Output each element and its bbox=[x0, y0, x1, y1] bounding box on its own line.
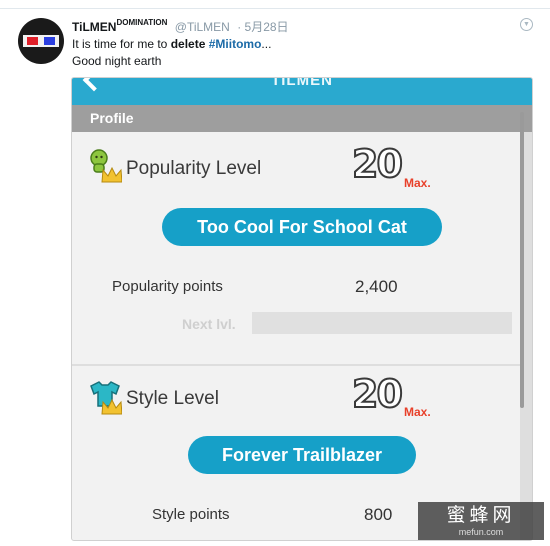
watermark: 蜜蜂网 mefun.com bbox=[418, 502, 544, 540]
watermark-site: mefun.com bbox=[458, 527, 504, 537]
avatar-blue-block bbox=[44, 37, 55, 45]
style-level-label: Style Level bbox=[126, 388, 219, 409]
tweet-text-bold: delete bbox=[170, 37, 206, 51]
style-icon bbox=[90, 381, 122, 415]
avatar-band bbox=[23, 35, 59, 47]
profile-section-bar: Profile bbox=[72, 105, 532, 132]
display-name[interactable]: TiLMEN bbox=[72, 20, 116, 34]
tweet-line-2: Good night earth bbox=[72, 54, 162, 68]
style-level-value: 20 bbox=[351, 371, 404, 417]
tweet-date[interactable]: · 5月28日 bbox=[237, 20, 288, 34]
tweet-header: TiLMENDOMINATION @TiLMEN · 5月28日 bbox=[72, 18, 289, 35]
popularity-card: Popularity Level 20 Max. Too Cool For Sc… bbox=[72, 132, 520, 364]
popularity-title-button[interactable]: Too Cool For School Cat bbox=[162, 208, 442, 246]
popularity-points-value: 2,400 bbox=[355, 277, 398, 296]
style-title-button[interactable]: Forever Trailblazer bbox=[188, 436, 416, 474]
popularity-level-value: 20 bbox=[351, 141, 404, 187]
top-divider bbox=[0, 8, 550, 9]
popularity-level-label: Popularity Level bbox=[126, 158, 262, 179]
attached-screenshot[interactable]: TILMEN Profile Popularity Level 20 Max. … bbox=[71, 77, 533, 541]
popularity-max-badge: Max. bbox=[404, 176, 431, 190]
user-handle[interactable]: @TiLMEN bbox=[175, 20, 230, 34]
next-level-label: Next lvl. bbox=[182, 316, 236, 332]
display-name-suffix[interactable]: DOMINATION bbox=[116, 18, 167, 27]
style-points-value: 800 bbox=[364, 505, 393, 524]
app-header-title: TILMEN bbox=[271, 77, 333, 89]
scrollbar[interactable] bbox=[520, 112, 524, 408]
app-header: TILMEN bbox=[72, 78, 532, 105]
hashtag-link[interactable]: #Miitomo bbox=[209, 37, 262, 51]
avatar-red-block bbox=[27, 37, 38, 45]
watermark-text: 蜜蜂网 bbox=[446, 505, 516, 526]
tweet-text: It is time for me to delete #Miitomo... … bbox=[72, 36, 271, 70]
next-level-progress-bar bbox=[252, 312, 512, 334]
tweet-text-suffix: ... bbox=[261, 37, 272, 51]
style-points-label: Style points bbox=[152, 506, 230, 523]
avatar[interactable] bbox=[18, 18, 64, 64]
popularity-points-label: Popularity points bbox=[112, 278, 223, 295]
chevron-down-icon[interactable]: ▼ bbox=[520, 18, 533, 31]
tweet-line-1: It is time for me to delete #Miitomo... bbox=[72, 36, 271, 53]
style-max-badge: Max. bbox=[404, 405, 431, 419]
popularity-icon bbox=[90, 149, 122, 183]
tweet-text-prefix: It is time for me to bbox=[72, 37, 168, 51]
